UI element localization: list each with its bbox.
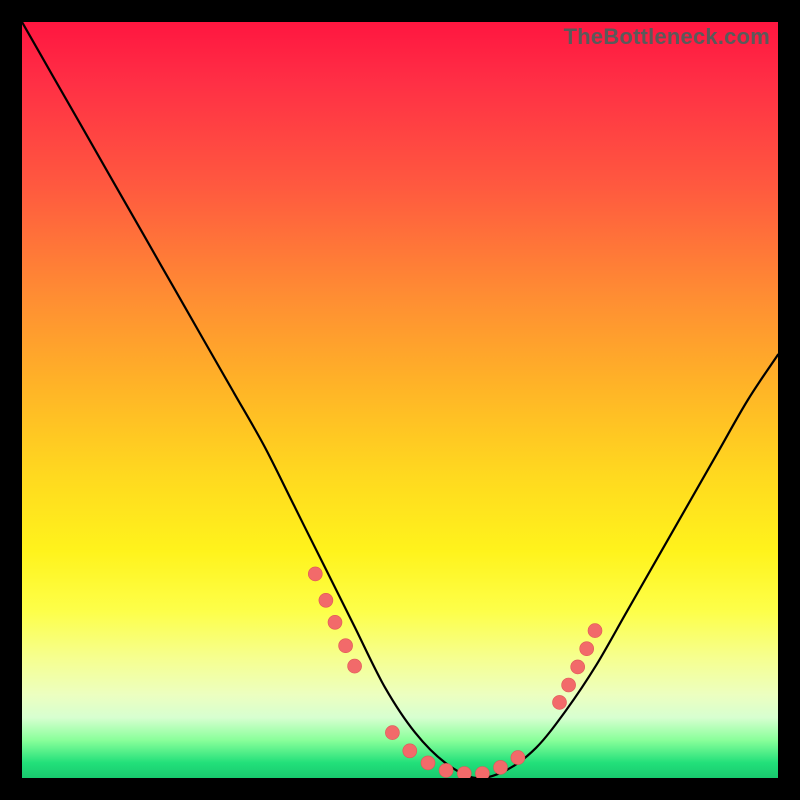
curve-marker (562, 678, 576, 692)
curve-marker (475, 767, 489, 779)
curve-marker (319, 593, 333, 607)
curve-marker (457, 767, 471, 779)
curve-marker (439, 763, 453, 777)
chart-stage: TheBottleneck.com (0, 0, 800, 800)
curve-marker (571, 660, 585, 674)
curve-marker (385, 726, 399, 740)
bottleneck-curve (22, 22, 778, 778)
curve-marker (511, 751, 525, 765)
plot-area: TheBottleneck.com (22, 22, 778, 778)
curve-marker (553, 695, 567, 709)
curve-marker (588, 624, 602, 638)
curve-marker (494, 760, 508, 774)
curve-marker (339, 639, 353, 653)
curve-marker (421, 756, 435, 770)
curve-marker (328, 615, 342, 629)
curve-marker (580, 642, 594, 656)
curve-marker (348, 659, 362, 673)
curve-marker (403, 744, 417, 758)
curve-markers (308, 567, 602, 778)
curve-marker (308, 567, 322, 581)
chart-overlay (22, 22, 778, 778)
